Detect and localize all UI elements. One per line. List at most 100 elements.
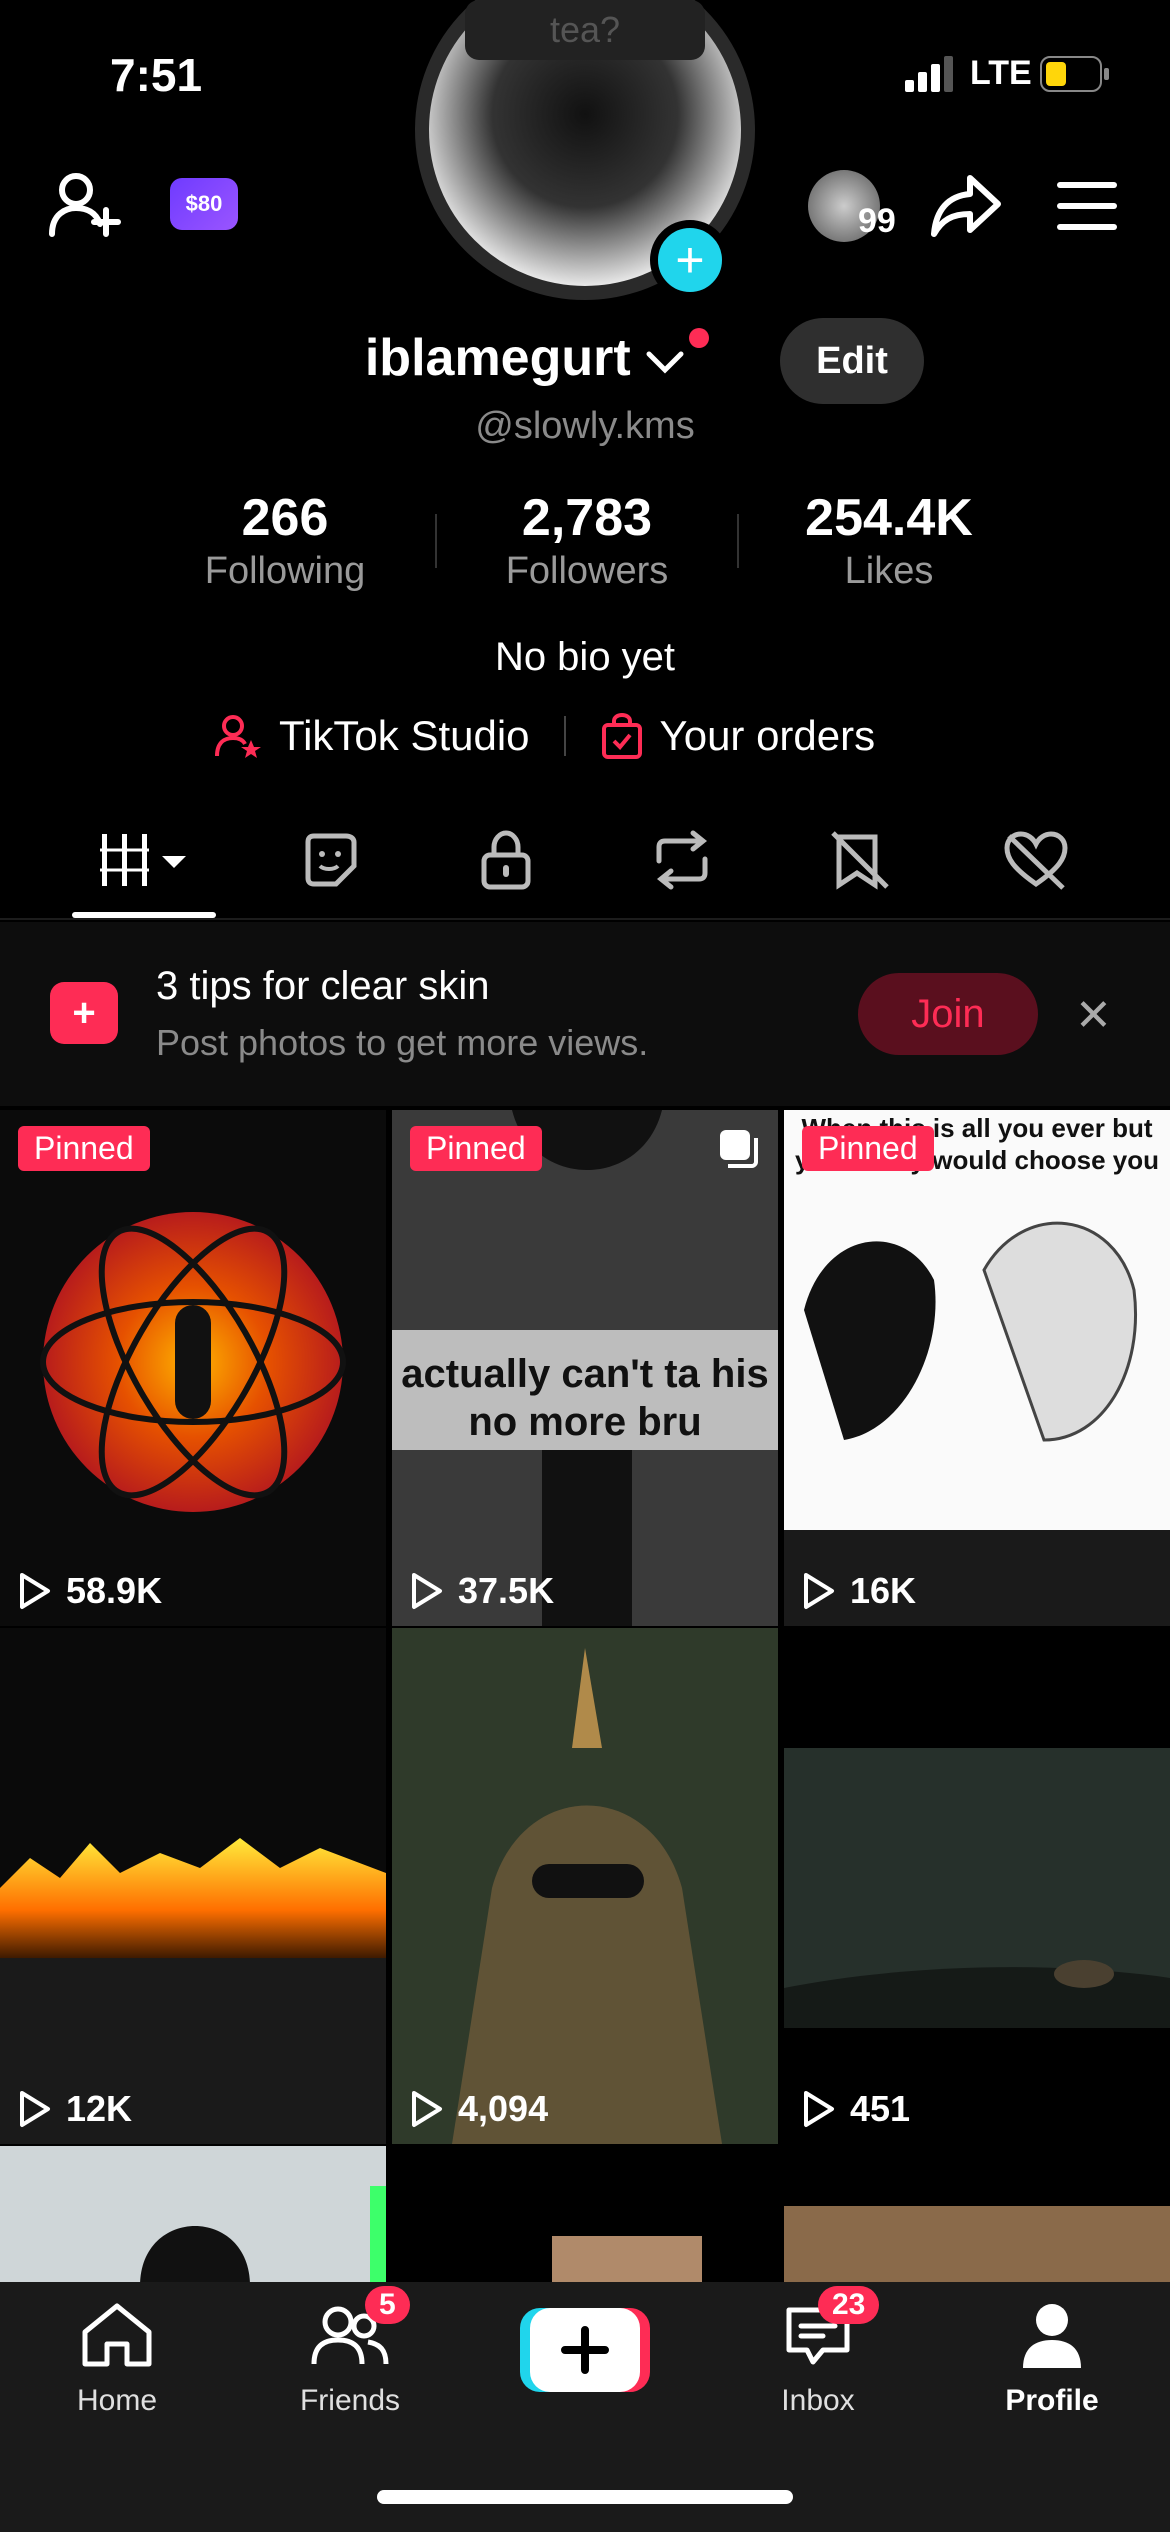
video-thumbnail [0,1838,386,2144]
status-time: 7:51 [110,49,203,101]
video-thumbnail [140,2186,386,2286]
video-tile[interactable]: 4,094 [392,1628,778,2144]
friends-badge: 5 [365,2286,410,2324]
video-tile[interactable] [0,2146,386,2286]
view-count-text: 451 [850,2088,911,2129]
video-tile[interactable]: actually can't ta his no more bru Pinned… [392,1110,778,1626]
close-icon[interactable]: ✕ [1075,990,1112,1041]
stat-value: 254.4K [805,489,973,547]
tips-title: 3 tips for clear skin [156,964,490,1008]
divider [563,716,566,756]
lock-icon [481,830,531,890]
play-icon [412,1573,442,1609]
tabs-divider [0,918,1170,920]
stat-following[interactable]: 266 Following [135,488,435,593]
chevron-down-icon [646,351,684,374]
videos-grid-icon [100,834,186,886]
play-icon [20,2091,50,2127]
studio-icon [215,715,261,758]
edit-profile-button[interactable]: Edit [780,318,924,404]
video-tile[interactable]: 451 [784,1628,1170,2144]
video-tile[interactable]: 12K [0,1628,386,2144]
friends-avatar-count: 99 [858,202,896,240]
tab-reposts[interactable] [622,820,742,900]
video-tile[interactable]: When this is all you ever but yk nobody … [784,1110,1170,1626]
view-count: 12K [18,2088,132,2130]
video-tile[interactable]: Pinned 58.9K [0,1110,386,1626]
nav-home[interactable]: Home [37,2300,197,2418]
repost-icon [656,830,708,890]
username-row[interactable]: iblamegurt [0,328,1170,388]
tab-liked[interactable] [976,820,1096,900]
view-count: 37.5K [410,1570,554,1612]
favorites-hidden-icon [831,831,889,890]
view-count-text: 37.5K [458,1570,555,1611]
view-count: 451 [802,2088,910,2130]
nav-friends[interactable]: Friends [270,2300,430,2418]
pinned-badge: Pinned [410,1126,542,1171]
view-count-text: 12K [66,2088,133,2129]
pinned-badge: Pinned [802,1126,934,1171]
profile-links: TikTok Studio Your orders [215,712,875,760]
play-icon [804,1573,834,1609]
view-count: 4,094 [410,2088,548,2130]
view-count-text: 16K [850,1570,917,1611]
coin-badge[interactable]: $80 [170,178,238,230]
create-button[interactable] [520,2308,650,2392]
share-icon[interactable] [930,172,1002,240]
camera-plus-icon: + [50,982,118,1044]
video-thumbnail [784,2206,1170,2286]
tab-private[interactable] [446,820,566,900]
stat-followers[interactable]: 2,783 Followers [437,488,737,593]
signal-icon [905,56,953,92]
nav-label: Friends [299,2384,401,2417]
video-thumbnail [784,1110,1170,1626]
liked-hidden-icon [1004,831,1068,890]
inbox-badge: 23 [818,2286,880,2324]
video-tile[interactable] [392,2146,778,2286]
stat-label: Followers [505,550,669,592]
view-count: 16K [802,1570,916,1612]
profile-icon [1023,2304,1081,2368]
view-count-text: 4,094 [458,2088,549,2129]
username: iblamegurt [364,329,631,387]
shopping-bag-icon [601,713,642,759]
home-indicator[interactable] [377,2490,793,2504]
sticker-icon [305,833,357,887]
video-caption: actually can't ta his no more bru [401,1352,769,1444]
pinned-badge: Pinned [18,1126,150,1171]
tab-stickers[interactable] [270,820,390,900]
avatar-note[interactable]: tea? [465,0,705,60]
tiktok-studio-link[interactable]: TikTok Studio [279,712,530,760]
join-button[interactable]: Join [858,973,1038,1055]
video-tile[interactable] [784,2146,1170,2286]
play-icon [412,2091,442,2127]
notification-dot [689,328,710,348]
nav-label: Inbox [781,2384,855,2417]
user-handle: @slowly.kms [475,405,695,447]
stat-likes[interactable]: 254.4K Likes [739,488,1039,593]
tab-videos[interactable] [84,820,204,900]
menu-icon[interactable] [1055,180,1119,232]
play-icon [804,2091,834,2127]
stat-value: 2,783 [521,489,653,547]
home-icon [82,2303,152,2367]
video-thumbnail [784,1748,1170,2028]
video-thumbnail [392,1628,778,2144]
video-thumbnail [40,1212,346,1512]
network-label: LTE [970,54,1032,92]
view-count-text: 58.9K [66,1570,163,1611]
battery-icon [1040,56,1109,92]
add-story-button[interactable]: + [650,220,730,300]
nav-label: Profile [1005,2384,1099,2417]
tips-subtitle: Post photos to get more views. [156,1022,649,1063]
video-thumbnail [552,2236,702,2286]
active-tab-indicator [72,912,216,918]
bio-text[interactable]: No bio yet [0,635,1170,680]
multi-photo-icon [720,1130,758,1168]
add-friend-icon[interactable] [48,168,122,242]
tab-favorites[interactable] [800,820,920,900]
your-orders-link[interactable]: Your orders [660,712,876,760]
stats-row: 266 Following 2,783 Followers 254.4K Lik… [135,488,1039,593]
nav-profile[interactable]: Profile [972,2300,1132,2418]
